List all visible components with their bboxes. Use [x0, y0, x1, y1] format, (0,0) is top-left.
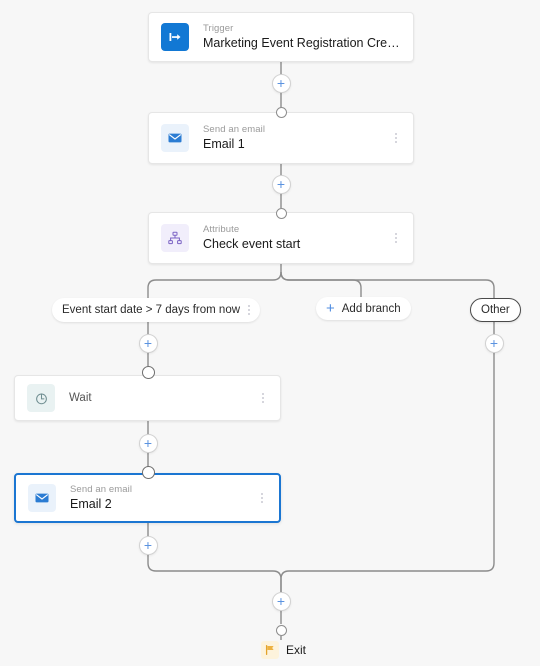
- node-kind: Attribute: [203, 224, 240, 235]
- branch-pill-other[interactable]: Other: [470, 298, 521, 322]
- node-title: Check event start: [203, 237, 301, 251]
- connection-port: [141, 366, 155, 379]
- node-kind: Send an email: [203, 124, 266, 135]
- plus-icon: +: [489, 335, 499, 351]
- add-step-button-after-email-2[interactable]: +: [138, 536, 158, 555]
- node-attribute[interactable]: Attribute Check event start: [148, 212, 414, 264]
- node-email-2[interactable]: Send an email Email 2: [14, 473, 281, 523]
- plus-icon: +: [143, 435, 153, 451]
- add-step-button-after-trigger[interactable]: +: [271, 74, 291, 93]
- hierarchy-icon: [161, 224, 189, 252]
- add-step-button-before-exit[interactable]: +: [271, 592, 291, 611]
- envelope-icon: [161, 124, 189, 152]
- node-email-1[interactable]: Send an email Email 1: [148, 112, 414, 164]
- connection-port: [141, 466, 155, 479]
- exit-node[interactable]: Exit: [261, 641, 306, 659]
- node-text: Send an email Email 2: [70, 484, 255, 512]
- trigger-arrow-icon: [161, 23, 189, 51]
- connection-port: [275, 625, 287, 636]
- branch-menu-button[interactable]: [248, 305, 251, 315]
- clock-icon: [27, 384, 55, 412]
- node-wait[interactable]: Wait: [14, 375, 281, 421]
- node-menu-button[interactable]: [255, 489, 269, 507]
- node-title: Wait: [69, 392, 92, 404]
- add-step-button-after-wait[interactable]: +: [138, 434, 158, 453]
- envelope-icon: [28, 484, 56, 512]
- workflow-canvas[interactable]: Trigger Marketing Event Registration Cre…: [0, 0, 540, 666]
- connection-port: [275, 107, 287, 118]
- node-kind: Send an email: [70, 484, 133, 495]
- plus-icon: +: [143, 537, 153, 553]
- node-trigger[interactable]: Trigger Marketing Event Registration Cre…: [148, 12, 414, 62]
- connection-port: [275, 208, 287, 219]
- connector-wires: [147, 62, 495, 640]
- plus-icon: +: [143, 335, 153, 351]
- node-text: Trigger Marketing Event Registration Cre…: [203, 23, 403, 51]
- add-step-button-branch-left[interactable]: +: [138, 334, 158, 353]
- add-step-button-after-email-1[interactable]: +: [271, 175, 291, 194]
- branch-pill-condition[interactable]: Event start date > 7 days from now: [52, 298, 261, 322]
- node-text: Wait: [69, 390, 256, 406]
- plus-icon: +: [276, 593, 286, 609]
- node-title: Marketing Event Registration Created: [203, 36, 403, 50]
- node-title: Email 1: [203, 137, 245, 151]
- node-title: Email 2: [70, 497, 112, 511]
- add-step-button-branch-other[interactable]: +: [484, 334, 504, 353]
- exit-label: Exit: [286, 643, 307, 657]
- add-branch-label: Add branch: [341, 302, 401, 315]
- plus-icon: +: [276, 176, 286, 192]
- plus-icon: +: [276, 75, 286, 91]
- flag-icon: [261, 641, 279, 659]
- branch-label: Other: [481, 304, 510, 316]
- branch-pill-add[interactable]: + Add branch: [316, 297, 411, 320]
- branch-label: Event start date > 7 days from now: [62, 304, 241, 316]
- node-text: Attribute Check event start: [203, 224, 389, 252]
- node-text: Send an email Email 1: [203, 124, 389, 152]
- node-menu-button[interactable]: [256, 389, 270, 407]
- node-kind: Trigger: [203, 23, 234, 34]
- node-menu-button[interactable]: [389, 129, 403, 147]
- node-menu-button[interactable]: [389, 229, 403, 247]
